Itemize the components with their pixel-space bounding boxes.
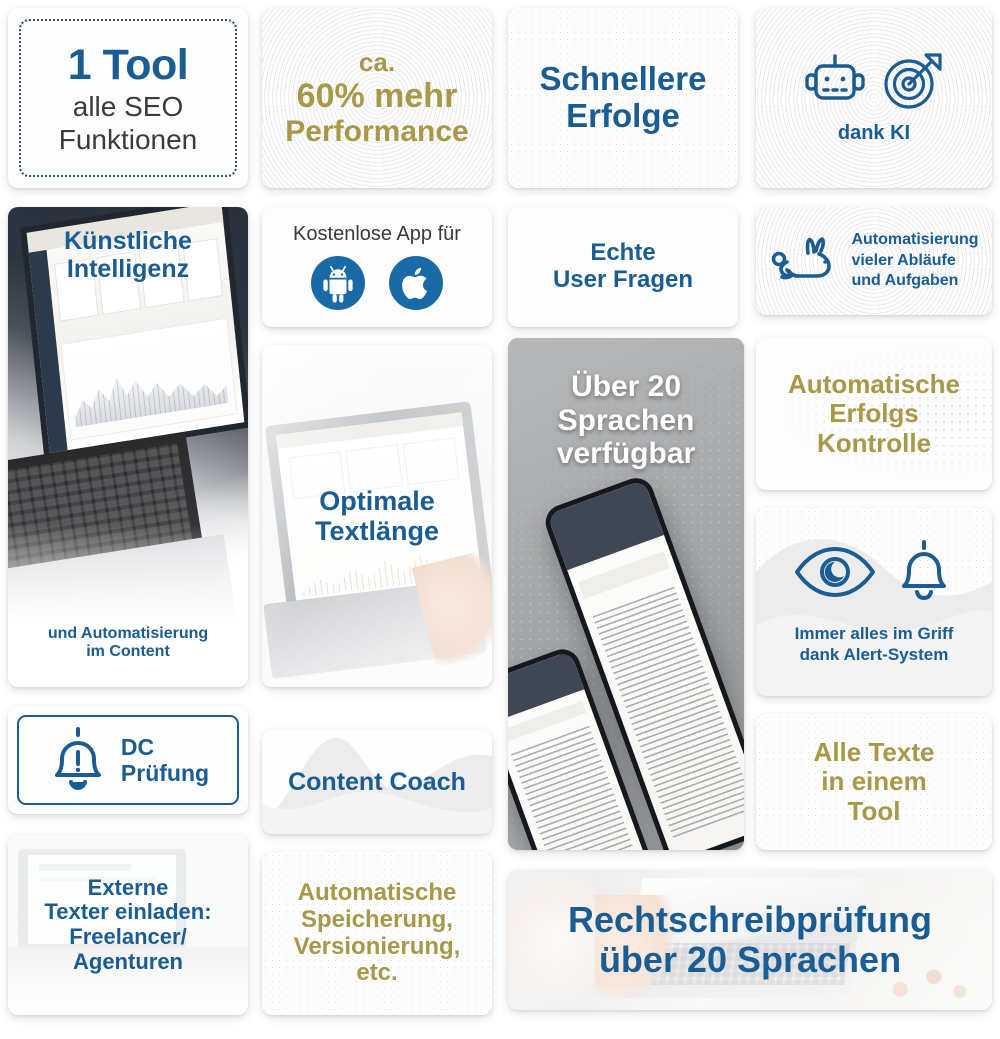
- feature-card-collage: 1 Tool alle SEO Funktionen ca. 60% mehr …: [0, 0, 1000, 1039]
- card-all-texts: Alle Texte in einem Tool: [756, 714, 992, 850]
- dc-line1: DC: [120, 733, 155, 760]
- real-questions-line2: User Fragen: [552, 266, 694, 293]
- card-automation: Automatisierung vieler Abläufe und Aufga…: [756, 207, 992, 315]
- dank-ki-label: dank KI: [837, 121, 911, 144]
- apple-icon: [388, 255, 444, 311]
- bell-alert-icon: [47, 726, 109, 794]
- spellcheck-line1: Rechtschreibprüfung: [567, 898, 933, 940]
- auto-save-line2: Speicherung,: [300, 905, 454, 933]
- card-optimal-text-length: Optimale Textlänge: [262, 345, 492, 687]
- faster-success-line2: Erfolge: [566, 97, 680, 134]
- ai-line1: Künstliche: [64, 227, 192, 255]
- card-performance: ca. 60% mehr Performance: [262, 8, 492, 188]
- real-questions-line1: Echte: [590, 239, 656, 267]
- auto-save-line4: etc.: [356, 959, 398, 987]
- card-dc-check: DC Prüfung: [8, 706, 248, 814]
- external-line3: Freelancer/: [69, 924, 187, 949]
- external-line1: Externe: [87, 874, 169, 900]
- all-texts-line2: in einem: [821, 766, 927, 797]
- card-real-user-questions: Echte User Fragen: [508, 207, 738, 327]
- success-control-line3: Kontrolle: [816, 427, 932, 458]
- one-tool-line2: alle SEO: [72, 90, 184, 122]
- automation-line3: und Aufgaben: [851, 272, 959, 290]
- card-dank-ki: dank KI: [756, 8, 992, 188]
- dc-line2: Prüfung: [120, 760, 210, 786]
- languages-line2: Sprachen: [557, 403, 695, 437]
- spellcheck-line2: über 20 Sprachen: [598, 939, 902, 980]
- success-control-line1: Automatische: [788, 369, 960, 400]
- all-texts-line1: Alle Texte: [813, 737, 935, 768]
- bell-icon: [894, 539, 954, 604]
- card-free-app: Kostenlose App für: [262, 207, 492, 327]
- ai-line2: Intelligenz: [66, 255, 190, 283]
- ai-caption2: im Content: [86, 643, 170, 661]
- languages-line3: verfügbar: [556, 437, 696, 471]
- optimal-line1: Optimale: [319, 485, 435, 516]
- card-auto-save: Automatische Speicherung, Versionierung,…: [262, 852, 492, 1015]
- automation-line2: vieler Abläufe: [851, 251, 956, 269]
- android-icon: [310, 255, 366, 311]
- rabbit-icon: [769, 234, 843, 288]
- robot-icon: [804, 53, 866, 109]
- performance-line2: 60% mehr: [296, 76, 458, 115]
- target-dart-icon: [882, 52, 944, 110]
- card-external-writers: Externe Texter einladen: Freelancer/ Age…: [8, 835, 248, 1015]
- card-languages: Über 20 Sprachen verfügbar: [508, 338, 744, 850]
- performance-line1: ca.: [358, 46, 396, 77]
- card-spellcheck: Rechtschreibprüfung über 20 Sprachen: [508, 870, 992, 1010]
- card-artificial-intelligence: Künstliche Intelligenz und Automatisieru…: [8, 207, 248, 687]
- card-alert-system: Immer alles im Griff dank Alert-System: [756, 508, 992, 696]
- languages-line1: Über 20: [570, 370, 682, 403]
- card-success-control: Automatische Erfolgs Kontrolle: [756, 338, 992, 490]
- automation-line1: Automatisierung: [851, 231, 979, 249]
- faster-success-line1: Schnellere: [539, 60, 707, 98]
- card-one-tool: 1 Tool alle SEO Funktionen: [8, 8, 248, 188]
- eye-icon: [794, 546, 876, 598]
- all-texts-line3: Tool: [847, 795, 901, 826]
- free-app-label: Kostenlose App für: [293, 222, 461, 245]
- one-tool-headline: 1 Tool: [67, 40, 189, 89]
- optimal-line2: Textlänge: [314, 516, 440, 546]
- card-faster-success: Schnellere Erfolge: [508, 8, 738, 188]
- external-line2: Texter einladen:: [44, 899, 212, 925]
- success-control-line2: Erfolgs: [829, 398, 919, 429]
- performance-line3: Performance: [285, 114, 469, 148]
- one-tool-line3: Funktionen: [58, 124, 198, 156]
- external-line4: Agenturen: [73, 948, 183, 974]
- content-coach-label: Content Coach: [288, 768, 466, 796]
- alert-caption2: dank Alert-System: [799, 645, 949, 664]
- ai-caption1: und Automatisierung: [47, 625, 209, 643]
- alert-caption1: Immer alles im Griff: [794, 623, 954, 643]
- card-content-coach: Content Coach: [262, 730, 492, 834]
- auto-save-line3: Versionierung,: [293, 932, 461, 960]
- auto-save-line1: Automatische: [297, 878, 457, 906]
